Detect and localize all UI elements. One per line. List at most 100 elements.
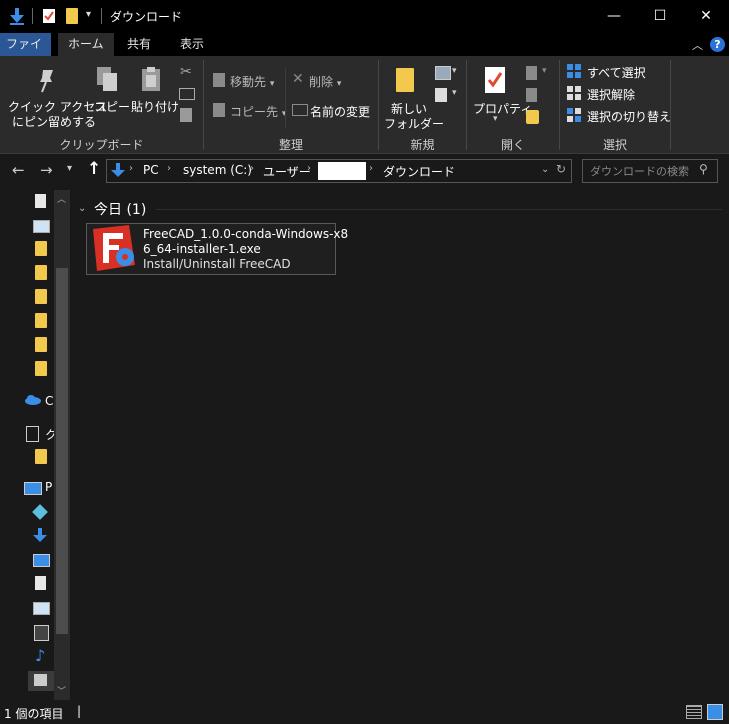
copy-to-button[interactable]: コピー先 ▾ [230, 103, 286, 120]
new-item-dropdown-icon[interactable]: ▾ [452, 66, 457, 76]
paste-shortcut-icon[interactable] [180, 108, 192, 122]
maximize-button[interactable]: ☐ [637, 0, 683, 32]
breadcrumb-separator-icon[interactable]: › [129, 163, 133, 174]
forward-arrow-icon[interactable]: → [40, 161, 53, 179]
properties-large-icon [485, 67, 505, 93]
music-icon[interactable]: ♪ [35, 646, 45, 665]
edit-icon[interactable] [526, 88, 537, 102]
downloads-icon[interactable] [33, 528, 47, 544]
breadcrumb-separator-icon[interactable]: › [250, 163, 254, 174]
rename-button[interactable]: 名前の変更 [310, 103, 370, 120]
folder-icon[interactable] [35, 241, 47, 256]
qat-dropdown-icon[interactable]: ▾ [86, 9, 91, 20]
tab-home[interactable]: ホーム [58, 33, 114, 56]
document-icon[interactable] [35, 194, 46, 208]
move-to-button[interactable]: 移動先 ▾ [230, 73, 274, 90]
tab-view[interactable]: 表示 [170, 33, 214, 56]
select-none-button[interactable]: 選択解除 [587, 86, 635, 103]
cut-icon[interactable]: ✂ [180, 64, 192, 80]
invert-selection-button[interactable]: 選択の切り替え [587, 108, 671, 125]
ribbon-tabs: ファイル ホーム 共有 表示 ︿ ? [0, 33, 729, 74]
search-input[interactable]: ダウンロードの検索 [590, 163, 689, 179]
selected-nav-item[interactable] [28, 671, 54, 691]
pictures-icon[interactable] [33, 602, 50, 615]
address-bar[interactable]: › PC › system (C:) › ユーザー › › ダウンロード ⌄ ↻ [106, 159, 572, 183]
copy-button[interactable]: コピー [94, 98, 130, 115]
breadcrumb-users[interactable]: ユーザー [263, 163, 311, 180]
large-icons-view-icon[interactable] [707, 704, 723, 720]
paste-button[interactable]: 貼り付け [131, 98, 179, 115]
breadcrumb-separator-icon[interactable]: › [307, 163, 311, 174]
3d-objects-icon[interactable] [32, 504, 48, 520]
properties-dropdown-icon[interactable]: ▾ [493, 114, 498, 124]
group-header-line [156, 209, 722, 210]
title-divider [101, 8, 102, 24]
network-icon[interactable] [26, 426, 39, 442]
group-separator [670, 60, 671, 150]
pin-quick-access-label-2[interactable]: にピン留めする [12, 113, 96, 130]
move-to-icon [213, 73, 225, 87]
copy-to-icon [213, 103, 225, 117]
search-box[interactable]: ダウンロードの検索 ⚲ [582, 159, 718, 183]
open-icon[interactable] [526, 66, 537, 80]
folder-icon[interactable] [35, 265, 47, 280]
this-pc-icon[interactable] [24, 482, 42, 495]
videos-icon[interactable] [34, 625, 49, 641]
refresh-icon[interactable]: ↻ [556, 162, 566, 176]
up-arrow-icon[interactable]: ↑ [87, 159, 101, 179]
properties-button[interactable]: プロパティ [473, 100, 532, 117]
select-none-icon [567, 86, 581, 100]
breadcrumb-separator-icon[interactable]: › [369, 163, 373, 174]
folder-icon[interactable] [35, 449, 47, 464]
pin-icon [40, 70, 53, 93]
help-icon[interactable]: ? [710, 37, 725, 52]
close-button[interactable]: ✕ [683, 0, 729, 32]
collapse-ribbon-icon[interactable]: ︿ [692, 37, 703, 53]
folder-icon[interactable] [35, 289, 47, 304]
recent-locations-icon[interactable]: ▾ [67, 163, 72, 174]
onedrive-icon[interactable] [24, 394, 42, 406]
back-arrow-icon[interactable]: ← [12, 161, 25, 179]
this-pc-label[interactable]: P [45, 480, 52, 494]
desktop-icon[interactable] [33, 220, 50, 233]
minimize-button[interactable]: — [591, 0, 637, 32]
address-dropdown-icon[interactable]: ⌄ [541, 164, 549, 175]
tab-file[interactable]: ファイル [0, 33, 51, 74]
tab-share[interactable]: 共有 [117, 33, 161, 56]
desktop-folder-icon[interactable] [33, 554, 50, 567]
file-description: Install/Uninstall FreeCAD [143, 257, 291, 271]
invert-selection-icon [567, 108, 581, 122]
group-header[interactable]: 今日 (1) [94, 199, 146, 219]
file-item[interactable]: FreeCAD_1.0.0-conda-Windows-x8 6_64-inst… [86, 223, 348, 275]
easy-access-icon[interactable] [435, 88, 447, 102]
new-folder-label-2[interactable]: フォルダー [384, 115, 444, 132]
details-view-icon[interactable] [686, 705, 702, 719]
folder-icon[interactable] [35, 313, 47, 328]
onedrive-label[interactable]: C [45, 394, 53, 408]
nav-scrollbar-thumb[interactable] [56, 268, 68, 634]
group-collapse-icon[interactable]: ⌄ [78, 203, 86, 214]
search-icon[interactable]: ⚲ [699, 162, 708, 176]
new-item-icon[interactable] [435, 66, 451, 80]
scroll-down-icon[interactable]: ﹀ [57, 684, 66, 697]
copy-path-icon[interactable] [179, 88, 195, 100]
delete-button[interactable]: 削除 ▾ [309, 73, 341, 90]
properties-icon[interactable] [42, 8, 56, 24]
folder-icon[interactable] [35, 337, 47, 352]
open-group-label: 開く [500, 138, 525, 152]
new-folder-icon[interactable] [66, 8, 78, 24]
history-icon[interactable] [526, 110, 539, 124]
easy-access-dropdown-icon[interactable]: ▾ [452, 88, 457, 98]
breadcrumb-pc[interactable]: PC [143, 163, 159, 177]
scroll-up-icon[interactable]: ︿ [57, 192, 66, 205]
breadcrumb-drive[interactable]: system (C:) [183, 163, 252, 177]
breadcrumb-separator-icon[interactable]: › [167, 163, 171, 174]
open-dropdown-icon[interactable]: ▾ [542, 66, 547, 76]
breadcrumb-downloads[interactable]: ダウンロード [383, 163, 455, 180]
status-divider: | [77, 704, 82, 718]
select-all-button[interactable]: すべて選択 [587, 64, 646, 81]
documents-icon[interactable] [35, 576, 46, 590]
file-name-line2: 6_64-installer-1.exe [143, 242, 261, 256]
folder-icon[interactable] [35, 361, 47, 376]
breadcrumb-username-redacted[interactable] [318, 162, 366, 180]
